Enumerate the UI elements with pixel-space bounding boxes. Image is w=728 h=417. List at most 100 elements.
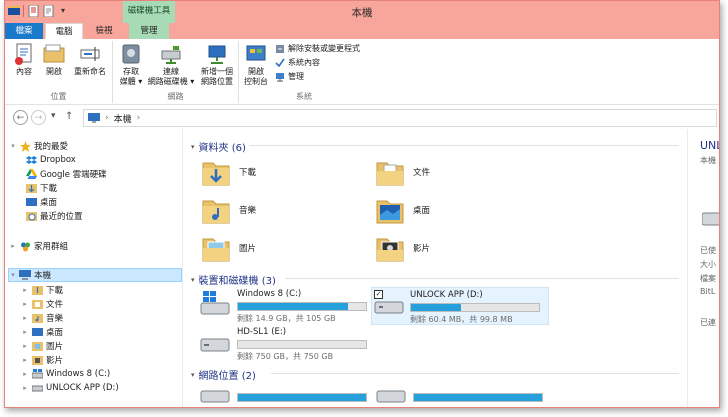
google-drive-icon	[25, 168, 37, 180]
nav-item-downloads[interactable]: 下載	[23, 181, 57, 195]
nav-item-this-pc[interactable]: ▾ 本機	[8, 268, 182, 282]
collapse-arrow-icon[interactable]: ▾	[191, 276, 195, 284]
address-separator: ›	[136, 113, 141, 123]
nav-item-drive-c[interactable]: ▸ Windows 8 (C:)	[21, 367, 110, 381]
folder-tile-pictures[interactable]: 圖片	[201, 233, 256, 263]
drive-usage-bar	[413, 393, 543, 402]
downloads-folder-icon	[202, 162, 230, 186]
tab-view[interactable]: 檢視	[85, 23, 123, 39]
drive-tile-d[interactable]: ✓ UNLOCK APP (D:) 剩餘 60.4 MB，共 99.8 MB	[371, 287, 549, 325]
folder-tile-desktop[interactable]: 桌面	[375, 195, 430, 225]
expand-arrow-icon[interactable]: ▸	[21, 342, 29, 350]
expand-arrow-icon[interactable]: ▸	[21, 314, 29, 322]
folder-tile-documents[interactable]: 文件	[375, 157, 430, 187]
map-network-drive-button[interactable]: 連線 網路磁碟機 ▾	[147, 42, 195, 87]
add-location-label: 新增一個 網路位置	[201, 67, 233, 86]
expand-arrow-icon[interactable]: ▾	[9, 271, 17, 279]
nav-item-pc-music[interactable]: ▸ 音樂	[21, 311, 63, 325]
tab-file[interactable]: 檔案	[5, 23, 43, 39]
details-bitlocker-label: BitL	[700, 287, 716, 296]
drive-preview-icon	[702, 212, 719, 226]
open-folder-icon	[43, 44, 65, 63]
collapse-arrow-icon[interactable]: ▾	[191, 371, 195, 379]
folders-section-header[interactable]: ▾ 資料夾 (6)	[191, 139, 246, 155]
media-icon	[122, 44, 140, 64]
open-label: 開啟	[46, 67, 62, 76]
address-bar[interactable]: › 本機 ›	[83, 109, 717, 127]
expand-arrow-icon[interactable]: ▾	[9, 142, 17, 150]
downloads-folder-icon	[25, 182, 37, 194]
nav-item-pc-pictures[interactable]: ▸ 圖片	[21, 339, 63, 353]
address-path-this-pc[interactable]: 本機	[114, 112, 132, 125]
system-properties-label: 系統內容	[288, 58, 320, 67]
removable-drive-icon	[31, 382, 43, 394]
expand-arrow-icon[interactable]: ▸	[9, 242, 17, 250]
expand-arrow-icon[interactable]: ▸	[21, 356, 29, 364]
nav-item-dropbox[interactable]: Dropbox	[23, 153, 76, 167]
nav-item-favorites[interactable]: ▾ 我的最愛	[9, 139, 68, 153]
drive-name: HD-SL1 (E:)	[237, 327, 287, 337]
music-folder-icon	[202, 200, 230, 224]
folder-name: 桌面	[413, 206, 431, 216]
tab-computer[interactable]: 電腦	[45, 23, 83, 39]
drive-tile-c[interactable]: Windows 8 (C:) 剩餘 14.9 GB，共 105 GB	[199, 289, 369, 323]
folder-tile-videos[interactable]: 影片	[375, 233, 430, 263]
network-location-1[interactable]	[199, 385, 369, 407]
network-drive-icon	[376, 390, 406, 403]
expand-arrow-icon[interactable]: ▸	[21, 384, 29, 392]
details-location: 本機	[700, 156, 716, 165]
expand-arrow-icon[interactable]: ▸	[21, 370, 29, 378]
access-media-button[interactable]: 存取 媒體 ▾	[117, 42, 145, 87]
nav-item-pc-videos[interactable]: ▸ 影片	[21, 353, 63, 367]
manage-button[interactable]: 管理	[275, 71, 304, 82]
open-control-panel-button[interactable]: 開啟 控制台	[241, 42, 271, 87]
add-network-location-button[interactable]: 新增一個 網路位置	[197, 42, 237, 87]
videos-folder-icon	[31, 354, 43, 366]
network-location-2[interactable]	[375, 385, 545, 407]
content-pane: ▾ 資料夾 (6) 下載 文件 音樂 桌面 圖片 影片 ▾ 裝置和磁碟機 (3)…	[185, 129, 685, 407]
nav-item-pc-documents[interactable]: ▸ 文件	[21, 297, 63, 311]
homegroup-label: 家用群組	[34, 242, 69, 252]
nav-item-desktop[interactable]: 桌面	[23, 195, 57, 209]
pictures-folder-icon	[31, 340, 43, 352]
nav-item-drive-d[interactable]: ▸ UNLOCK APP (D:)	[21, 381, 119, 395]
up-button[interactable]: ↑	[65, 111, 73, 122]
forward-button[interactable]: →	[31, 110, 46, 125]
back-button[interactable]: ←	[13, 110, 28, 125]
collapse-arrow-icon[interactable]: ▾	[191, 143, 195, 151]
uninstall-button[interactable]: 解除安裝或變更程式	[275, 43, 360, 54]
nav-label: 桌面	[40, 198, 58, 208]
tab-manage[interactable]: 管理	[129, 23, 169, 39]
nav-item-pc-downloads[interactable]: ▸ 下載	[21, 283, 63, 297]
navigation-pane: ▾ 我的最愛 Dropbox Google 雲端硬碟 下載 桌面 最近的位置 ▸…	[5, 129, 183, 407]
ribbon-tabs: 檔案 電腦 檢視 管理	[5, 23, 719, 39]
expand-arrow-icon[interactable]: ▸	[21, 328, 29, 336]
nav-label: 音樂	[46, 314, 64, 324]
nav-item-google-drive[interactable]: Google 雲端硬碟	[23, 167, 107, 181]
network-section-header[interactable]: ▾ 網路位置 (2)	[191, 367, 256, 383]
drives-section-header[interactable]: ▾ 裝置和磁碟機 (3)	[191, 272, 276, 288]
section-divider	[271, 373, 679, 374]
rename-button[interactable]: 重新命名	[71, 42, 109, 77]
drive-checkbox[interactable]: ✓	[374, 290, 383, 299]
folder-name: 音樂	[239, 206, 257, 216]
uninstall-label: 解除安裝或變更程式	[288, 44, 360, 53]
recent-locations-dropdown[interactable]: ▾	[51, 111, 56, 121]
computer-manage-icon	[276, 72, 284, 81]
folder-tile-music[interactable]: 音樂	[201, 195, 256, 225]
drive-free-space: 剩餘 750 GB，共 750 GB	[237, 352, 334, 361]
nav-label: Dropbox	[40, 155, 76, 165]
expand-arrow-icon[interactable]: ▸	[21, 286, 29, 294]
navigation-bar: ← → ▾ ↑ › 本機 ›	[5, 107, 719, 129]
nav-item-homegroup[interactable]: ▸ 家用群組	[9, 239, 68, 253]
open-button[interactable]: 開啟	[41, 42, 67, 77]
properties-button[interactable]: 內容	[11, 42, 37, 77]
control-panel-label: 開啟 控制台	[244, 67, 268, 86]
expand-arrow-icon[interactable]: ▸	[21, 300, 29, 308]
properties-icon	[15, 43, 32, 65]
drive-tile-e[interactable]: HD-SL1 (E:) 剩餘 750 GB，共 750 GB	[199, 327, 369, 361]
nav-item-pc-desktop[interactable]: ▸ 桌面	[21, 325, 63, 339]
folder-tile-downloads[interactable]: 下載	[201, 157, 256, 187]
system-properties-button[interactable]: 系統內容	[275, 57, 320, 68]
nav-item-recent-places[interactable]: 最近的位置	[23, 209, 83, 223]
